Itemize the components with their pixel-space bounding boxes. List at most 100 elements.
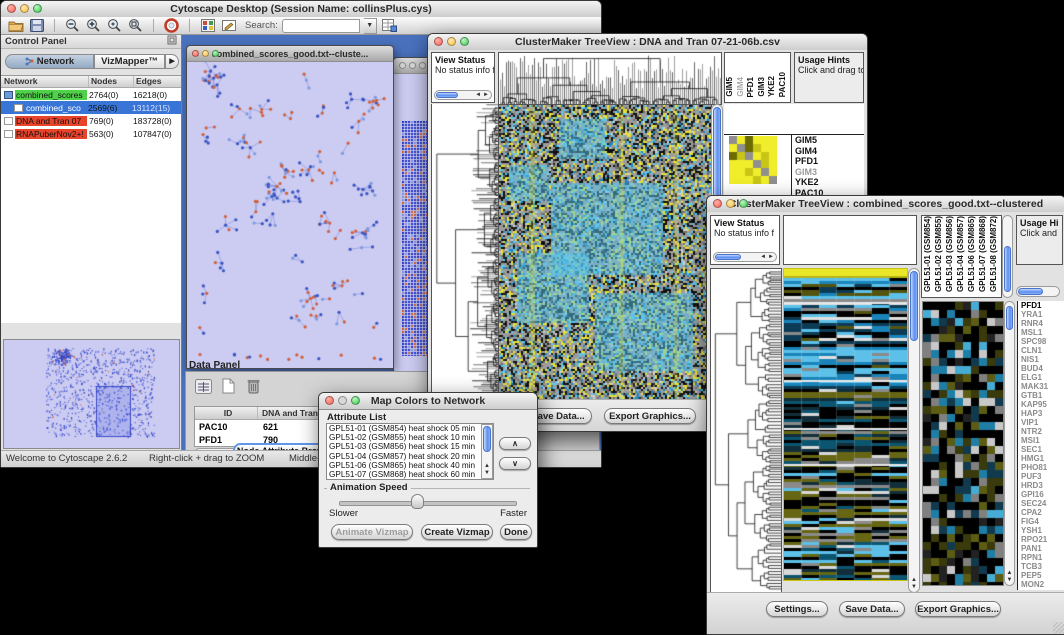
column-dendrogram[interactable] <box>783 215 917 265</box>
row-dendrogram[interactable] <box>710 268 782 593</box>
delete-attribute-icon[interactable] <box>244 377 263 395</box>
float-panel-icon[interactable] <box>167 35 177 48</box>
open-file-icon[interactable] <box>7 18 24 33</box>
search-dropdown-icon[interactable]: ▼ <box>364 18 377 34</box>
gene-label[interactable]: PHO81 <box>1018 463 1064 472</box>
attribute-list-item[interactable]: GPL51-07 (GSM868) heat shock 60 min <box>327 470 493 479</box>
zoom-in-icon[interactable] <box>85 18 102 33</box>
save-icon[interactable] <box>28 18 45 33</box>
zoom-selected-icon[interactable] <box>106 18 123 33</box>
row-dendrogram[interactable] <box>431 104 500 401</box>
resize-grip[interactable] <box>1053 622 1064 633</box>
column-label[interactable]: GPL51-04 (GSM857) <box>955 216 966 292</box>
column-header-edges[interactable]: Edges <box>134 76 181 87</box>
tab-network[interactable]: Network <box>5 54 94 69</box>
treeview1-title-bar[interactable]: ClusterMaker TreeView : DNA and Tran 07-… <box>428 34 867 51</box>
view-status-hscrollbar[interactable]: ◄► <box>713 252 777 262</box>
column-label[interactable]: GPL51-07 (GSM868) <box>977 216 988 292</box>
gene-label[interactable]: HRD3 <box>1018 481 1064 490</box>
minimize-icon[interactable] <box>202 50 209 57</box>
annotation-icon[interactable] <box>220 18 237 33</box>
minimize-icon[interactable] <box>20 4 29 13</box>
zoom-fit-icon[interactable] <box>127 18 144 33</box>
zoom-window-icon[interactable] <box>419 62 426 69</box>
network-list-row[interactable]: combined_scores 2764(0) 16218(0) <box>1 88 181 101</box>
network-list-row[interactable]: DNA and Tran 07 769(0) 183728(0) <box>1 114 181 127</box>
gene-label[interactable]: GIM3 <box>792 167 864 178</box>
column-header-id[interactable]: ID <box>195 407 258 419</box>
attribute-list-item[interactable]: GPL51-04 (GSM857) heat shock 20 min <box>327 452 493 461</box>
network-overview-panel[interactable] <box>3 339 180 449</box>
scrollbar-thumb[interactable] <box>713 107 721 203</box>
gene-label[interactable]: MSL1 <box>1018 328 1064 337</box>
scrollbar-thumb[interactable] <box>436 92 458 98</box>
column-label[interactable]: GPL51-06 (GSM865) <box>966 216 977 292</box>
attribute-list-item[interactable]: GPL51-06 (GSM865) heat shock 40 min <box>327 461 493 470</box>
zoom-heatmap-view[interactable] <box>922 301 1004 586</box>
gene-label[interactable]: SPC98 <box>1018 337 1064 346</box>
search-input[interactable] <box>282 19 360 33</box>
done-button[interactable]: Done <box>500 524 532 540</box>
settings-button[interactable]: Settings... <box>766 601 828 617</box>
gene-label[interactable]: VIP1 <box>1018 418 1064 427</box>
network-frame-1-title-bar[interactable]: combined_scores_good.txt--cluste... <box>187 46 393 62</box>
network-list-row[interactable]: RNAPuberNov2+! 563(0) 107847(0) <box>1 127 181 140</box>
help-lifesaver-icon[interactable] <box>163 18 180 33</box>
gene-label[interactable]: HMG1 <box>1018 454 1064 463</box>
network-view[interactable] <box>187 62 391 367</box>
minimize-icon[interactable] <box>726 199 735 208</box>
column-label[interactable]: PFD1 <box>746 77 757 97</box>
gene-label[interactable]: PEP5 <box>1018 571 1064 580</box>
adjacency-grid-view[interactable] <box>402 121 428 356</box>
gene-label[interactable]: PFD1 <box>1018 301 1064 310</box>
heatmap-vscrollbar[interactable]: ▲▼ <box>908 268 920 593</box>
gene-label[interactable]: GIM5 <box>792 135 864 146</box>
gene-label[interactable]: NTR2 <box>1018 427 1064 436</box>
tab-vizmapper[interactable]: VizMapper™ <box>94 54 165 69</box>
gene-label[interactable]: GIM4 <box>792 146 864 157</box>
scrollbar-thumb[interactable] <box>715 254 741 260</box>
network-frame-1[interactable]: combined_scores_good.txt--cluste... <box>186 45 394 369</box>
gene-label[interactable]: NIS1 <box>1018 355 1064 364</box>
scrollbar-thumb[interactable] <box>1004 246 1011 292</box>
treeview2-title-bar[interactable]: ClusterMaker TreeView : combined_scores_… <box>707 196 1064 213</box>
scrollbar-thumb[interactable] <box>1006 306 1013 330</box>
zoom-window-icon[interactable] <box>460 37 469 46</box>
gene-label[interactable]: YSH1 <box>1018 526 1064 535</box>
usage-hints-hscrollbar[interactable] <box>1016 286 1060 297</box>
attribute-list-vscrollbar[interactable]: ▲▼ <box>481 424 493 479</box>
column-label[interactable]: GIM5 <box>725 77 736 97</box>
close-icon[interactable] <box>434 37 443 46</box>
zoom-window-icon[interactable] <box>739 199 748 208</box>
column-dendrogram[interactable] <box>498 52 722 105</box>
gene-label[interactable]: GTB1 <box>1018 391 1064 400</box>
column-header-nodes[interactable]: Nodes <box>89 76 134 87</box>
export-graphics-button[interactable]: Export Graphics... <box>604 408 696 424</box>
tab-overflow-icon[interactable]: ▶ <box>165 54 179 69</box>
column-label[interactable]: GIM4 <box>736 77 747 97</box>
zoom-window-icon[interactable] <box>351 396 360 405</box>
minimize-icon[interactable] <box>409 62 416 69</box>
column-label-vscrollbar[interactable] <box>1002 215 1013 298</box>
attribute-list-item[interactable]: GPL51-03 (GSM856) heat shock 15 min <box>327 442 493 451</box>
minimize-icon[interactable] <box>447 37 456 46</box>
gene-label[interactable]: TCB3 <box>1018 562 1064 571</box>
close-icon[interactable] <box>192 50 199 57</box>
zoom-matrix-view[interactable] <box>729 136 777 184</box>
gene-label[interactable]: BUD4 <box>1018 364 1064 373</box>
minimize-icon[interactable] <box>338 396 347 405</box>
gene-label[interactable]: YRA1 <box>1018 310 1064 319</box>
save-data-button[interactable]: Save Data... <box>839 601 905 617</box>
zoom-out-icon[interactable] <box>64 18 81 33</box>
animate-vizmap-button[interactable]: Animate Vizmap <box>331 524 413 540</box>
attribute-list-item[interactable]: GPL51-01 (GSM854) heat shock 05 min <box>327 424 493 433</box>
close-icon[interactable] <box>7 4 16 13</box>
main-title-bar[interactable]: Cytoscape Desktop (Session Name: collins… <box>1 1 601 18</box>
scrollbar-thumb[interactable] <box>1018 288 1043 295</box>
close-icon[interactable] <box>325 396 334 405</box>
slider-thumb[interactable] <box>411 494 424 509</box>
export-graphics-button[interactable]: Export Graphics... <box>915 601 1001 617</box>
gene-label[interactable]: RNR4 <box>1018 319 1064 328</box>
gene-label[interactable]: YKE2 <box>792 177 864 188</box>
gene-label[interactable]: KAP95 <box>1018 400 1064 409</box>
